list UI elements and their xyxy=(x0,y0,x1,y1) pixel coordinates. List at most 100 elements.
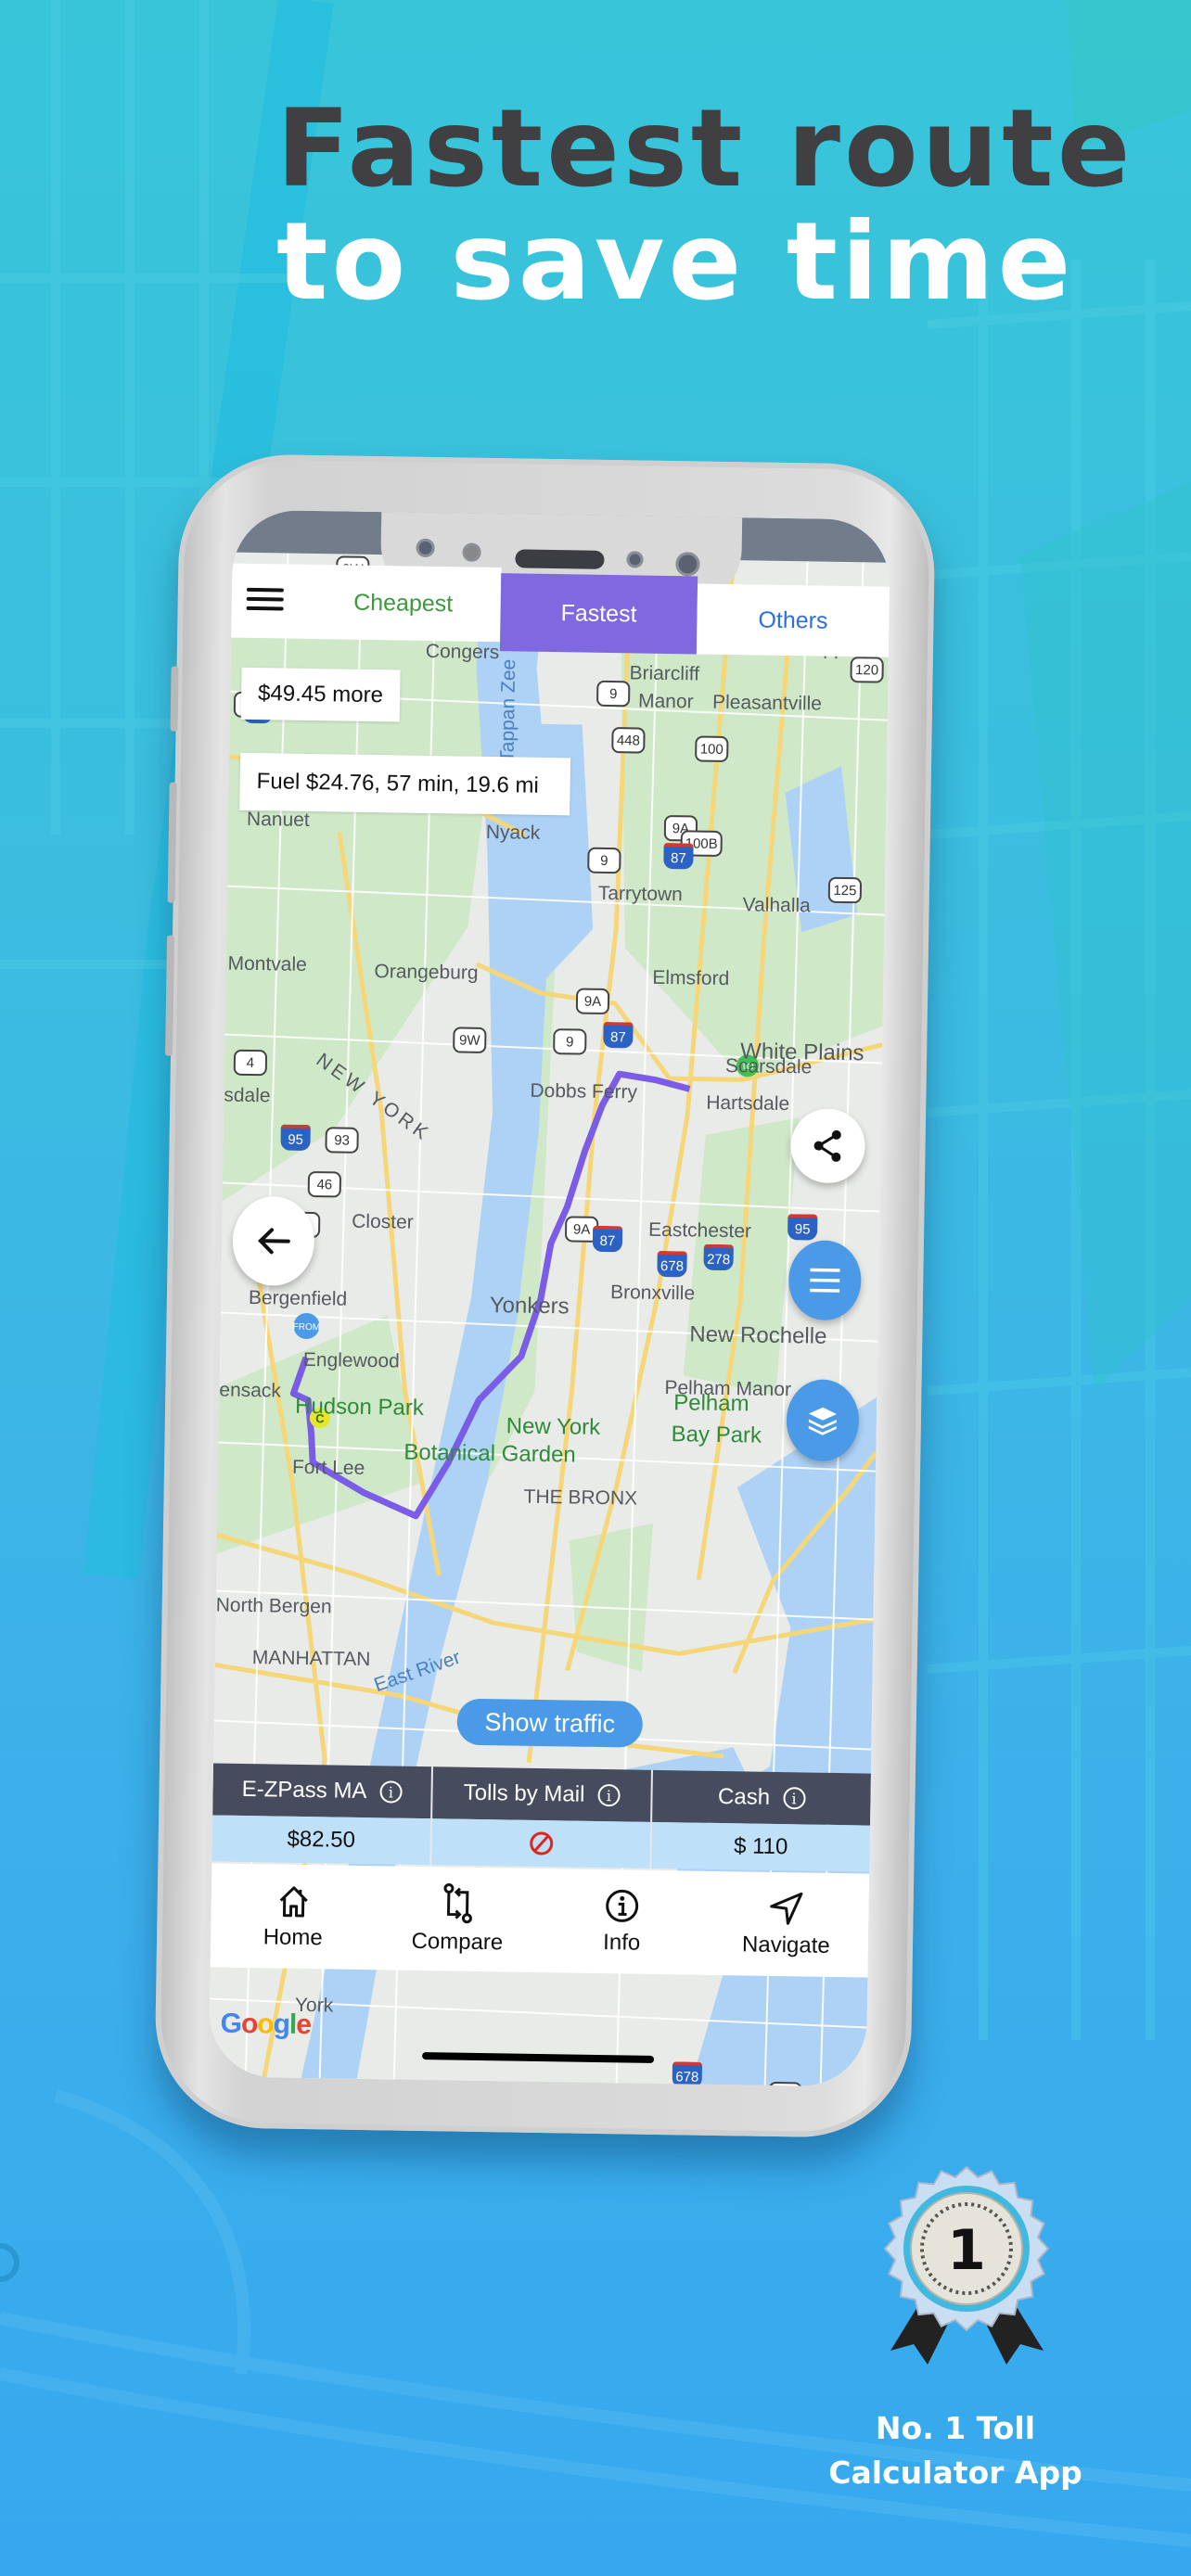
road-shield: 93 xyxy=(325,1127,359,1154)
list-icon xyxy=(810,1268,840,1293)
route-summary-label: Fuel $24.76, 57 min, 19.6 mi xyxy=(239,752,571,816)
map-place-label: Fort Lee xyxy=(291,1456,365,1479)
map-place-label: Nyack xyxy=(485,821,541,844)
tab-cheapest[interactable]: Cheapest xyxy=(305,564,502,643)
map-place-label: Hudson Park xyxy=(294,1393,425,1421)
map-place-label: Tappan Zee xyxy=(496,658,520,762)
layers-icon xyxy=(808,1407,838,1435)
nav-compare[interactable]: Compare xyxy=(375,1866,541,1972)
show-traffic-button[interactable]: Show traffic xyxy=(456,1698,644,1748)
google-attribution: Google xyxy=(220,2008,312,2041)
map-place-label: Tarrytown xyxy=(597,882,684,906)
prohibited-icon xyxy=(529,1831,553,1855)
map-place-label: MANHATTAN xyxy=(251,1647,371,1671)
extra-cost-label: $49.45 more xyxy=(240,667,401,722)
map-place-label: New York xyxy=(506,1413,601,1440)
road-shield: 100 xyxy=(695,735,729,763)
award-line1: No. 1 Toll xyxy=(875,2410,1036,2446)
hamburger-icon[interactable] xyxy=(246,582,284,617)
map-place-label: Orangeburg xyxy=(374,961,479,984)
map-place-label: Eastchester xyxy=(647,1218,752,1243)
toll-header-cash: Cash i xyxy=(652,1770,871,1826)
nav-navigate[interactable]: Navigate xyxy=(703,1871,869,1978)
tab-fastest[interactable]: Fastest xyxy=(499,573,698,655)
route-tabs: Cheapest Fastest Others xyxy=(231,563,890,657)
map-place-label: Dobbs Ferry xyxy=(530,1079,638,1103)
map-place-label: Hartsdale xyxy=(706,1091,790,1116)
phone-frame: FROM TO C CrotonvilleCongersBriarcliffMa… xyxy=(153,453,937,2139)
award-caption: No. 1 Toll Calculator App xyxy=(798,2406,1113,2495)
toll-header-tolls-by-mail: Tolls by Mail i xyxy=(432,1766,653,1822)
map-place-label: New Rochelle xyxy=(689,1321,827,1349)
map-place-label: North Bergen xyxy=(215,1594,332,1618)
map-place-label: Scarsdale xyxy=(724,1055,813,1078)
road-shield: 95 xyxy=(787,1214,818,1241)
map-place-label: Montvale xyxy=(227,952,307,976)
road-shield: 678 xyxy=(657,1250,687,1278)
map-place-label: Pleasantville xyxy=(711,691,823,715)
award-line2: Calculator App xyxy=(828,2455,1082,2491)
map-place-label: ensack xyxy=(219,1379,282,1402)
toll-header-ezpass: E-ZPass MA i xyxy=(212,1763,434,1819)
phone-volume-down xyxy=(165,935,175,1056)
info-icon[interactable]: i xyxy=(379,1780,403,1804)
road-shield: 95 xyxy=(280,1124,311,1152)
headline-line1: Fastest route xyxy=(276,86,1134,211)
toll-value-ezpass: $82.50 xyxy=(211,1815,433,1866)
map-place-label: Valhalla xyxy=(742,894,811,917)
bottom-navigation: Home Compare Info Navigate xyxy=(210,1863,870,1978)
share-icon xyxy=(813,1129,841,1162)
map-place-label: Bronxville xyxy=(609,1282,696,1305)
road-shield: 278 xyxy=(703,1243,734,1271)
svg-text:FROM: FROM xyxy=(293,1322,321,1333)
toll-value-cash: $ 110 xyxy=(733,1833,788,1860)
road-shield: 9A xyxy=(575,988,610,1015)
nav-info[interactable]: Info xyxy=(539,1868,705,1975)
road-shield: 87 xyxy=(663,842,694,870)
phone-side-button xyxy=(170,666,179,732)
compare-icon xyxy=(443,1882,472,1924)
map-place-label: THE BRONX xyxy=(523,1486,638,1510)
road-shield: 87 xyxy=(592,1225,623,1253)
speaker-grille xyxy=(515,549,605,569)
road-shield: 120 xyxy=(850,657,884,683)
navigate-icon xyxy=(770,1892,803,1925)
road-shield: 125 xyxy=(827,876,863,904)
map-place-label: Elmsford xyxy=(652,966,730,990)
map-place-label: sdale xyxy=(224,1084,271,1107)
map-place-label: Manor xyxy=(637,690,694,713)
map-place-label: Bay Park xyxy=(671,1422,762,1448)
road-shield: 9W xyxy=(453,1027,487,1053)
map-place-label: Yonkers xyxy=(489,1293,570,1320)
info-icon[interactable]: i xyxy=(597,1783,621,1807)
map-place-label: Englewood xyxy=(302,1348,400,1372)
map-place-label: Botanical Garden xyxy=(403,1439,576,1468)
info-icon[interactable]: i xyxy=(782,1787,806,1810)
info-icon xyxy=(606,1889,639,1922)
road-shield: 678 xyxy=(672,2061,703,2087)
map-place-label: Briarcliff xyxy=(629,662,700,685)
app-screen: FROM TO C CrotonvilleCongersBriarcliffMa… xyxy=(208,509,891,2087)
road-shield: 448 xyxy=(611,727,646,754)
toll-table-header: E-ZPass MA i Tolls by Mail i Cash i xyxy=(212,1763,871,1826)
sensor-icon xyxy=(626,551,644,568)
award-number: 1 xyxy=(947,2218,986,2283)
arrow-left-icon xyxy=(258,1228,290,1255)
headline: Fastest route to save time xyxy=(276,93,1133,319)
road-shield: 46 xyxy=(307,1170,342,1198)
road-shield: 9 xyxy=(553,1028,587,1055)
tab-others[interactable]: Others xyxy=(696,583,890,657)
headline-line2: to save time xyxy=(276,199,1075,325)
map-place-label: Closter xyxy=(352,1210,414,1233)
road-shield: 9 xyxy=(596,680,631,708)
toll-value-tolls-by-mail xyxy=(431,1818,653,1868)
map-place-label: Pelham xyxy=(672,1390,749,1417)
award-badge: 1 xyxy=(883,2165,1050,2365)
sensor-icon xyxy=(416,538,435,558)
road-shield: 25 xyxy=(768,2081,802,2087)
toll-table: E-ZPass MA i Tolls by Mail i Cash i $82.50 … xyxy=(211,1763,871,1872)
map-place-label: Nanuet xyxy=(246,808,310,831)
road-shield: 4 xyxy=(233,1049,268,1077)
map-place-label: Bergenfield xyxy=(248,1286,348,1310)
nav-home[interactable]: Home xyxy=(211,1863,377,1970)
